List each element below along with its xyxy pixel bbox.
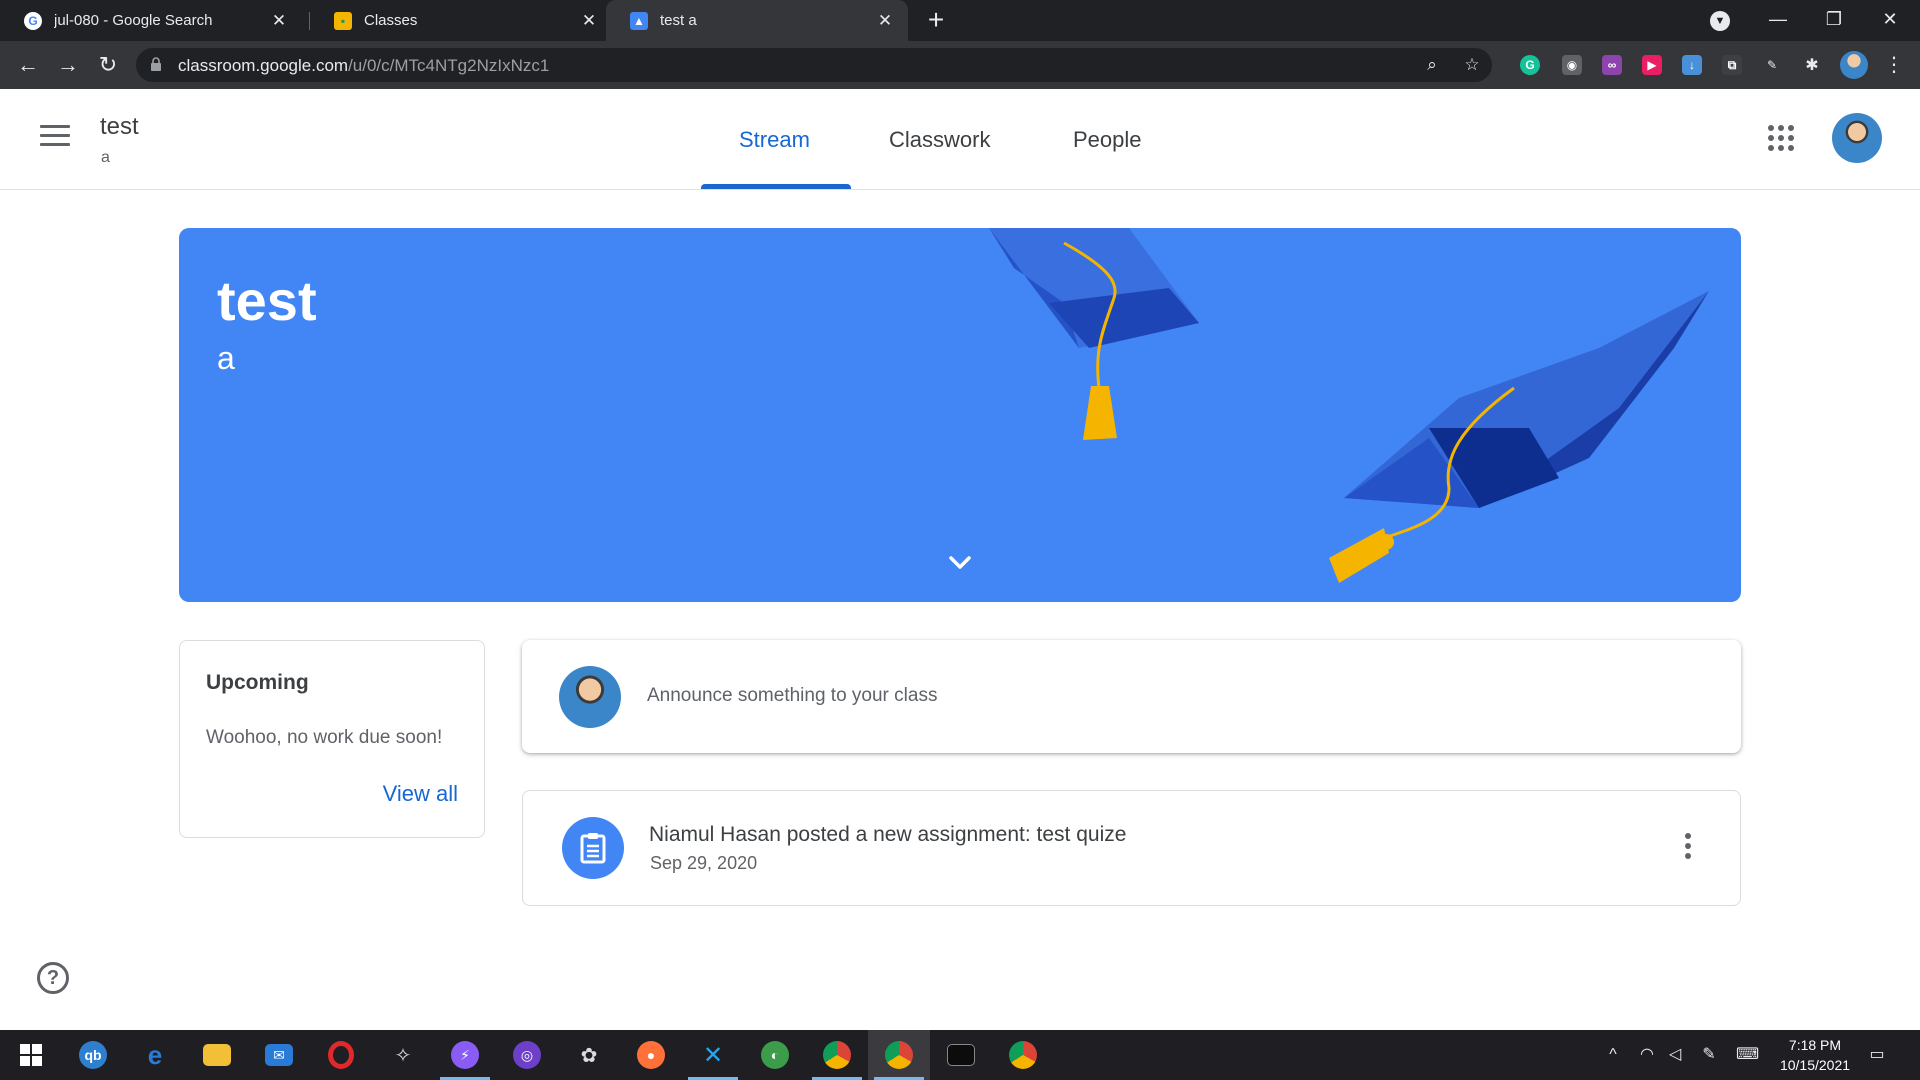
grammarly-extension-icon[interactable]: G bbox=[1520, 55, 1540, 75]
url-host: classroom.google.com bbox=[178, 56, 349, 75]
screenshot-extension-icon[interactable]: ◉ bbox=[1562, 55, 1582, 75]
chrome-canary-icon[interactable] bbox=[992, 1030, 1054, 1080]
github-icon[interactable]: ◎ bbox=[496, 1030, 558, 1080]
notifications-icon[interactable]: ▭ bbox=[1866, 1044, 1888, 1066]
chrome-active-icon[interactable] bbox=[868, 1030, 930, 1080]
classroom-header: test a Stream Classwork People bbox=[0, 89, 1920, 190]
class-section: a bbox=[101, 149, 110, 166]
google-g-icon: G bbox=[24, 11, 42, 30]
bookmark-star-icon[interactable]: ☆ bbox=[1462, 55, 1482, 75]
terminal-icon[interactable] bbox=[930, 1030, 992, 1080]
zoom-icon[interactable]: ⌕ bbox=[1422, 55, 1442, 75]
play-extension-icon[interactable]: ▶ bbox=[1642, 55, 1662, 75]
upcoming-title: Upcoming bbox=[206, 671, 309, 694]
main-menu-icon[interactable] bbox=[40, 125, 70, 149]
class-name[interactable]: test bbox=[100, 113, 139, 141]
stream-post[interactable]: Niamul Hasan posted a new assignment: te… bbox=[522, 790, 1741, 906]
satellite-app-icon[interactable]: ✧ bbox=[372, 1030, 434, 1080]
tab-people[interactable]: People bbox=[1073, 127, 1142, 153]
vscode-icon[interactable]: ✕ bbox=[682, 1030, 744, 1080]
keyboard-icon[interactable]: ⌨ bbox=[1736, 1044, 1759, 1066]
assignment-icon bbox=[562, 817, 624, 879]
url-text: classroom.google.com/u/0/c/MTc4NTg2NzIxN… bbox=[178, 56, 549, 76]
file-explorer-icon[interactable] bbox=[186, 1030, 248, 1080]
messenger-icon[interactable]: ⚡ bbox=[434, 1030, 496, 1080]
tab-search-icon[interactable]: ▼ bbox=[1710, 11, 1730, 31]
browser-tab-classes[interactable]: ▪ Classes ✕ bbox=[310, 0, 612, 41]
clock-time: 7:18 PM bbox=[1788, 1037, 1842, 1053]
view-all-link[interactable]: View all bbox=[383, 781, 458, 807]
class-banner: test a bbox=[179, 228, 1741, 602]
classroom-course-icon: ▲ bbox=[630, 11, 648, 30]
tab-title: jul-080 - Google Search bbox=[54, 12, 213, 29]
pen-icon[interactable]: ✎ bbox=[1698, 1044, 1720, 1066]
browser-tab-google-search[interactable]: G jul-080 - Google Search ✕ bbox=[0, 0, 302, 41]
globe-app-icon[interactable]: ◐ bbox=[744, 1030, 806, 1080]
browser-toolbar: ← → ↻ classroom.google.com/u/0/c/MTc4NTg… bbox=[0, 41, 1920, 89]
banner-section: a bbox=[217, 340, 235, 376]
tab-title: test a bbox=[660, 12, 697, 29]
clock-date: 10/15/2021 bbox=[1779, 1057, 1851, 1073]
browser-tab-test-a[interactable]: ▲ test a ✕ bbox=[606, 0, 908, 41]
volume-icon[interactable]: ◁ bbox=[1664, 1044, 1686, 1066]
url-path: /u/0/c/MTc4NTg2NzIxNzc1 bbox=[348, 56, 550, 75]
window-close-button[interactable]: ✕ bbox=[1862, 0, 1918, 41]
paint-icon[interactable]: ✿ bbox=[558, 1030, 620, 1080]
forward-arrow-icon[interactable]: → bbox=[54, 51, 82, 79]
address-bar[interactable]: classroom.google.com/u/0/c/MTc4NTg2NzIxN… bbox=[136, 48, 1492, 82]
network-icon[interactable]: ◠ bbox=[1636, 1044, 1658, 1066]
chevron-up-icon[interactable]: ^ bbox=[1602, 1044, 1624, 1066]
qb-app-icon[interactable]: qb bbox=[62, 1030, 124, 1080]
opera-icon[interactable] bbox=[310, 1030, 372, 1080]
restore-button[interactable]: ❐ bbox=[1806, 0, 1862, 41]
more-options-icon[interactable] bbox=[1683, 833, 1693, 863]
taskbar-clock[interactable]: 7:18 PM 10/15/2021 bbox=[1760, 1035, 1870, 1075]
graduation-caps-illustration bbox=[989, 228, 1709, 583]
mail-icon[interactable]: ✉ bbox=[248, 1030, 310, 1080]
tab-title: Classes bbox=[364, 12, 418, 29]
post-date: Sep 29, 2020 bbox=[650, 853, 758, 873]
extensions-puzzle-icon[interactable]: ✱ bbox=[1802, 55, 1822, 75]
new-tab-button[interactable]: + bbox=[922, 6, 950, 34]
upcoming-card: Upcoming Woohoo, no work due soon! View … bbox=[179, 640, 485, 838]
account-avatar[interactable] bbox=[1832, 113, 1882, 163]
close-icon[interactable]: ✕ bbox=[270, 11, 288, 31]
windows-taskbar: qb e ✉ ✧ ⚡ ◎ ✿ ● ✕ ◐ ^ ◠ ◁ ✎ ⌨ 7:18 PM 1… bbox=[0, 1030, 1920, 1080]
active-tab-indicator bbox=[701, 184, 851, 189]
announce-placeholder[interactable]: Announce something to your class bbox=[647, 685, 937, 707]
extension-icon[interactable]: ⧉ bbox=[1722, 55, 1742, 75]
download-extension-icon[interactable]: ↓ bbox=[1682, 55, 1702, 75]
close-icon[interactable]: ✕ bbox=[580, 11, 598, 31]
announce-box[interactable]: Announce something to your class bbox=[522, 640, 1741, 753]
chrome-menu-icon[interactable]: ⋮ bbox=[1880, 51, 1908, 79]
chevron-down-icon[interactable] bbox=[945, 552, 975, 572]
back-arrow-icon[interactable]: ← bbox=[14, 51, 42, 79]
chrome-icon[interactable] bbox=[806, 1030, 868, 1080]
chrome-profile-avatar[interactable] bbox=[1840, 51, 1868, 79]
banner-class-name: test bbox=[217, 269, 317, 332]
tab-stream[interactable]: Stream bbox=[739, 127, 810, 153]
firefox-icon[interactable]: ● bbox=[620, 1030, 682, 1080]
browser-tabstrip: G jul-080 - Google Search ✕ ▪ Classes ✕ … bbox=[0, 0, 1920, 41]
close-icon[interactable]: ✕ bbox=[876, 11, 894, 31]
minimize-button[interactable]: — bbox=[1750, 0, 1806, 41]
tab-classwork[interactable]: Classwork bbox=[889, 127, 990, 153]
windows-start-icon[interactable] bbox=[0, 1030, 62, 1080]
pen-extension-icon[interactable]: ✎ bbox=[1762, 55, 1782, 75]
lock-icon bbox=[151, 57, 161, 71]
avatar bbox=[559, 666, 621, 728]
edge-icon[interactable]: e bbox=[124, 1030, 186, 1080]
help-icon[interactable]: ? bbox=[37, 962, 69, 994]
google-apps-icon[interactable] bbox=[1768, 125, 1794, 151]
post-title[interactable]: Niamul Hasan posted a new assignment: te… bbox=[649, 823, 1126, 847]
classroom-icon: ▪ bbox=[334, 11, 352, 30]
extension-icon[interactable]: ∞ bbox=[1602, 55, 1622, 75]
reload-icon[interactable]: ↻ bbox=[94, 51, 122, 79]
upcoming-empty-text: Woohoo, no work due soon! bbox=[206, 727, 443, 748]
